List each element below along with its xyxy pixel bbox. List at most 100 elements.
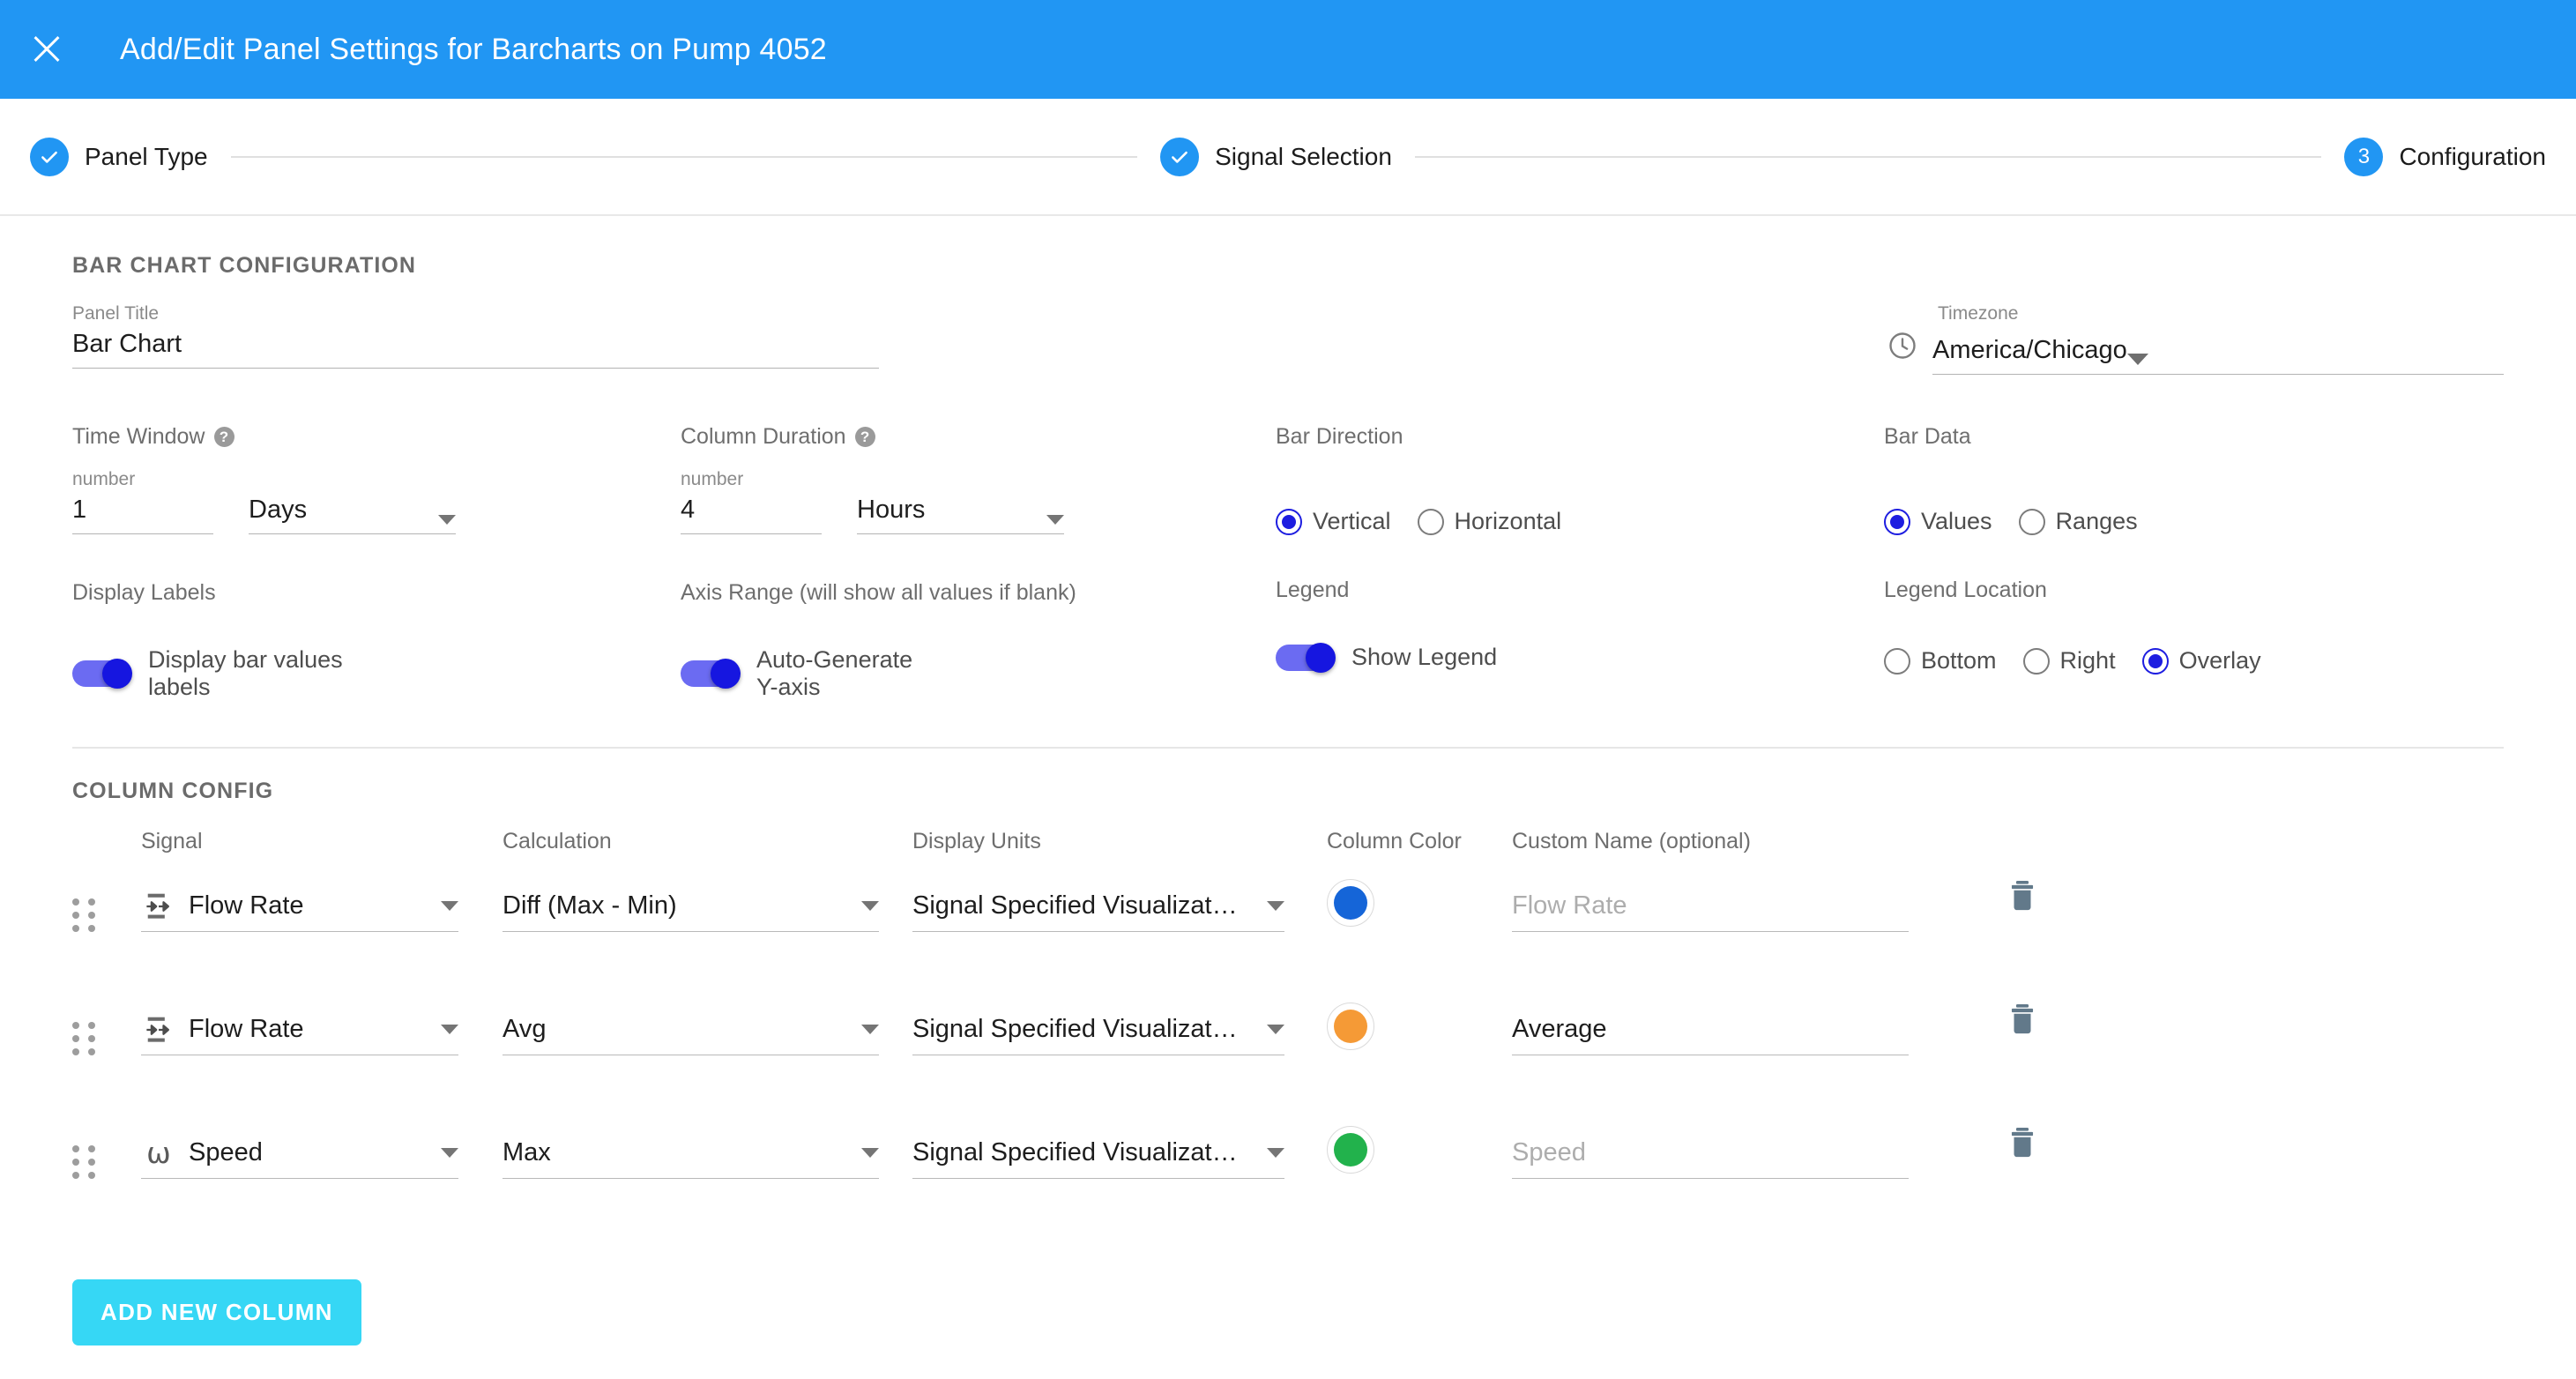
- header-column-color: Column Color: [1327, 829, 1462, 854]
- panel-title-value: Bar Chart: [72, 330, 182, 358]
- step-signal-selection[interactable]: Signal Selection: [1160, 137, 1392, 176]
- trash-icon[interactable]: [2007, 879, 2037, 917]
- step-panel-type-label: Panel Type: [85, 142, 208, 170]
- radio-indicator[interactable]: [2141, 647, 2169, 675]
- show-legend-toggle[interactable]: [1276, 642, 1336, 673]
- drag-handle-icon[interactable]: [72, 1145, 95, 1180]
- radio-bar-direction-horizontal[interactable]: Horizontal: [1417, 508, 1561, 535]
- header-display-units: Display Units: [912, 829, 1041, 854]
- radio-bar-data-values-label: Values: [1921, 508, 1992, 534]
- radio-indicator[interactable]: [2018, 508, 2045, 535]
- radio-indicator[interactable]: [1276, 508, 1302, 535]
- step-configuration[interactable]: 3 Configuration: [2344, 137, 2546, 176]
- trash-icon[interactable]: [2007, 1003, 2037, 1040]
- column-duration-number-input[interactable]: 4: [681, 496, 822, 534]
- chevron-down-icon[interactable]: [861, 901, 879, 912]
- panel-title-field[interactable]: Panel Title Bar Chart: [72, 303, 879, 369]
- drag-handle-icon[interactable]: [72, 1022, 95, 1056]
- chevron-down-icon[interactable]: [861, 1025, 879, 1035]
- chevron-down-icon[interactable]: [1267, 1025, 1284, 1035]
- table-row: Flow Rate Avg Signal Specified Visualiza…: [72, 1003, 2504, 1126]
- table-row: Flow Rate Diff (Max - Min) Signal Specif…: [72, 879, 2504, 1003]
- trash-icon[interactable]: [2007, 1126, 2037, 1164]
- display-labels-toggle-row: Display bar values labels: [72, 646, 681, 701]
- chevron-down-icon[interactable]: [441, 901, 458, 912]
- color-dot: [1334, 1133, 1367, 1167]
- chevron-down-icon[interactable]: [441, 1025, 458, 1035]
- column-color-swatch-row-3[interactable]: [1327, 1126, 1374, 1174]
- calculation-select-row-1[interactable]: Diff (Max - Min): [503, 891, 879, 933]
- radio-indicator[interactable]: [2022, 647, 2050, 675]
- step-configuration-number: 3: [2344, 137, 2384, 176]
- chevron-down-icon[interactable]: [441, 1148, 458, 1159]
- column-duration-number-label: number: [681, 469, 744, 489]
- column-duration-help-icon[interactable]: ?: [854, 427, 875, 447]
- table-row: ω Speed Max Signal Specified Visualizat…: [72, 1126, 2504, 1249]
- calculation-value-row-1: Diff (Max - Min): [503, 891, 677, 921]
- chevron-down-icon[interactable]: [2126, 354, 2148, 365]
- radio-bar-direction-vertical[interactable]: Vertical: [1276, 508, 1391, 535]
- timezone-select[interactable]: America/Chicago: [1932, 336, 2504, 375]
- custom-name-input-row-1[interactable]: Flow Rate: [1512, 891, 1909, 933]
- signal-select-row-2[interactable]: Flow Rate: [141, 1015, 458, 1056]
- timezone-field[interactable]: Timezone America/Chicago: [1887, 303, 2504, 375]
- column-duration-unit-select[interactable]: Hours: [857, 496, 1064, 534]
- time-window-label-row: Time Window ?: [72, 424, 681, 450]
- radio-legend-location-bottom[interactable]: Bottom: [1884, 647, 1997, 675]
- flow-rate-icon: [141, 1017, 176, 1043]
- radio-indicator[interactable]: [1417, 508, 1444, 535]
- panel-title-label: Panel Title: [72, 303, 160, 324]
- display-units-value-row-2: Signal Specified Visualizat…: [912, 1015, 1238, 1044]
- step-panel-type[interactable]: Panel Type: [30, 137, 208, 176]
- time-window-number-field[interactable]: number 1: [72, 469, 213, 534]
- bar-chart-config-heading: BAR CHART CONFIGURATION: [72, 253, 417, 278]
- color-dot: [1334, 1010, 1367, 1044]
- column-color-swatch-row-2[interactable]: [1327, 1003, 1374, 1051]
- time-window-unit-select[interactable]: Days: [249, 496, 456, 534]
- calculation-select-row-2[interactable]: Avg: [503, 1015, 879, 1056]
- radio-legend-location-right[interactable]: Right: [2022, 647, 2116, 675]
- radio-bar-data-ranges[interactable]: Ranges: [2018, 508, 2138, 535]
- radio-bar-data-values[interactable]: Values: [1884, 508, 1992, 535]
- chevron-down-icon[interactable]: [1046, 515, 1064, 525]
- display-units-value-row-3: Signal Specified Visualizat…: [912, 1138, 1238, 1167]
- calculation-value-row-2: Avg: [503, 1015, 547, 1044]
- signal-select-row-3[interactable]: ω Speed: [141, 1138, 458, 1180]
- display-units-select-row-3[interactable]: Signal Specified Visualizat…: [912, 1138, 1284, 1180]
- radio-indicator[interactable]: [1884, 647, 1910, 675]
- signal-select-row-1[interactable]: Flow Rate: [141, 891, 458, 933]
- radio-indicator[interactable]: [1884, 508, 1910, 535]
- step-signal-selection-label: Signal Selection: [1215, 142, 1392, 170]
- add-new-column-button[interactable]: ADD NEW COLUMN: [72, 1279, 361, 1346]
- chevron-down-icon[interactable]: [861, 1148, 879, 1159]
- column-duration-number-field[interactable]: number 4: [681, 469, 822, 534]
- chevron-down-icon[interactable]: [438, 515, 456, 525]
- column-duration-number-value: 4: [681, 496, 696, 524]
- display-units-select-row-2[interactable]: Signal Specified Visualizat…: [912, 1015, 1284, 1056]
- panel-title-input[interactable]: Bar Chart: [72, 330, 879, 369]
- close-icon[interactable]: [26, 29, 67, 70]
- custom-name-input-row-2[interactable]: Average: [1512, 1015, 1909, 1056]
- display-bar-values-toggle[interactable]: [72, 659, 132, 690]
- signal-value-row-1: Flow Rate: [189, 891, 304, 921]
- dialog-title-bar: Add/Edit Panel Settings for Barcharts on…: [0, 0, 2576, 99]
- header-calculation: Calculation: [503, 829, 612, 854]
- bar-direction-radio-group: Vertical Horizontal: [1276, 508, 1884, 535]
- legend-location-radio-group: Bottom Right Overlay: [1884, 647, 2492, 675]
- calculation-select-row-3[interactable]: Max: [503, 1138, 879, 1180]
- time-window-unit-value: Days: [249, 496, 308, 524]
- time-window-number-input[interactable]: 1: [72, 496, 213, 534]
- auto-generate-y-axis-toggle[interactable]: [681, 659, 741, 690]
- column-config-header-row: Signal Calculation Display Units Column …: [72, 829, 2504, 854]
- column-color-swatch-row-1[interactable]: [1327, 879, 1374, 928]
- time-window-help-icon[interactable]: ?: [213, 427, 235, 447]
- custom-name-input-row-3[interactable]: Speed: [1512, 1138, 1909, 1180]
- config-options-grid: Time Window ? number 1 Days Display Labe…: [72, 424, 2504, 701]
- display-units-select-row-1[interactable]: Signal Specified Visualizat…: [912, 891, 1284, 933]
- time-window-label: Time Window: [72, 424, 205, 449]
- chevron-down-icon[interactable]: [1267, 1148, 1284, 1159]
- radio-legend-location-overlay[interactable]: Overlay: [2141, 647, 2261, 675]
- chevron-down-icon[interactable]: [1267, 901, 1284, 912]
- timezone-label: Timezone: [1938, 303, 2019, 324]
- drag-handle-icon[interactable]: [72, 898, 95, 933]
